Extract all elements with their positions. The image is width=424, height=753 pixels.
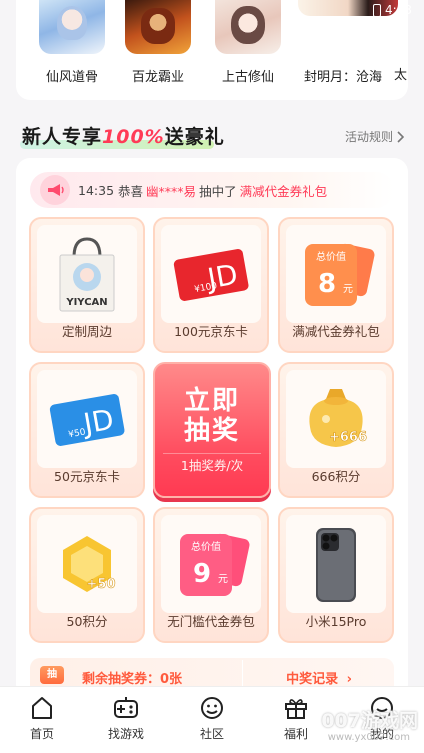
gamepad-icon [114,697,138,718]
prize-points-666[interactable]: +666 666积分 [278,362,394,498]
game-name: 百龙霸业 [131,70,184,85]
phone-icon [286,515,386,613]
coupon-unit: 元 [343,284,353,295]
home-icon [32,697,52,719]
megaphone-icon [40,175,70,205]
nav-label: 社区 [199,727,224,741]
nav-community[interactable]: 社区 [182,695,242,742]
jd-card-blue-icon: JD ¥50 [37,370,137,468]
prize-label: 50积分 [66,614,108,629]
prize-jd-card-100[interactable]: JD ¥100 100元京东卡 [153,217,269,353]
draw-button[interactable]: 立即 抽奖 1抽奖券/次 [153,362,271,498]
game-name: 上古修仙 [221,70,274,85]
gold-bag-icon: +666 [286,370,386,468]
game-name: 仙风道骨 [45,70,98,85]
watermark: 007游戏网 [321,710,418,732]
prize-label: 50元京东卡 [54,469,120,484]
promo-title-highlight: 100% [102,126,165,148]
rules-label: 活动规则 [344,130,393,144]
community-icon [201,697,223,719]
prize-phone[interactable]: 小米15Pro [278,507,394,643]
points-badge: +50 [87,577,116,592]
game-item[interactable]: 上古修仙 [208,0,288,85]
ticker-prize: 满减代金券礼包 [239,183,328,199]
ticker-text-2: 抽中了 [199,183,237,199]
nav-label: 福利 [283,727,308,741]
watermark-url: www.yx007.com [327,732,410,743]
game-item[interactable]: 百龙霸业 [118,0,198,85]
promo-title-suffix: 送豪礼 [164,126,225,148]
coupon-unit: 元 [218,574,228,585]
prize-label: 小米15Pro [305,614,367,629]
records-label: 中奖记录 [286,672,339,687]
coupon-value: 8 [318,269,336,299]
prize-label: 666积分 [311,469,361,484]
chevron-right-icon: › [346,672,352,687]
promo-title: 新人专享100%送豪礼 [22,122,225,149]
game-item[interactable]: 太 [394,64,424,83]
game-thumbnail [125,0,191,54]
divider [163,453,261,454]
winner-ticker: 14:35 恭喜 幽****易 抽中了 满减代金券礼包 [30,172,394,208]
prize-label: 无门槛代金券包 [167,614,255,629]
draw-cost: 1抽奖券/次 [180,458,244,473]
ticker-user: 幽****易 [146,183,197,199]
remaining-tickets: 剩余抽奖券：0张 [82,672,183,687]
nav-label: 首页 [29,727,54,741]
prize-jd-card-50[interactable]: JD ¥50 50元京东卡 [29,362,145,498]
gift-icon [285,699,307,719]
prize-label: 满减代金券礼包 [292,324,380,339]
jd-card-red-icon: JD ¥100 [161,225,261,323]
ticker-text-1: 恭喜 [118,183,144,199]
game-thumbnail [215,0,281,54]
prize-coupon-8[interactable]: 总价值 8 元 满减代金券礼包 [278,217,394,353]
game-name: 封明月：沧海 [304,70,383,85]
prize-label: 100元京东卡 [174,324,248,339]
promo-title-prefix: 新人专享 [22,126,103,148]
nav-home[interactable]: 首页 [12,695,72,742]
coupon-value-label: 总价值 [191,540,221,553]
draw-button-line2: 抽奖 [183,416,240,446]
ticket-icon: 抽 [40,666,64,684]
chevron-right-icon [397,130,404,143]
draw-button-line1: 立即 [183,386,240,416]
game-thumbnail [39,0,105,54]
tote-text: YIYCAN [65,297,107,308]
game-name: 太 [394,68,408,83]
coupon-value: 9 [193,559,211,589]
coupon-pink-icon: 总价值 9 元 [161,515,261,613]
games-strip: 仙风道骨 百龙霸业 上古修仙 封明月：沧海 [16,0,408,100]
battery-icon [373,3,382,17]
prize-points-50[interactable]: +50 50积分 [29,507,145,643]
gold-gem-icon: +50 [37,515,137,613]
status-time: 4:43 [385,3,412,17]
tote-bag-icon: YIYCAN [37,225,137,323]
winning-records-link[interactable]: 中奖记录 › [286,668,352,687]
nav-label: 找游戏 [107,727,144,741]
prize-tote-bag[interactable]: YIYCAN 定制周边 [29,217,145,353]
prize-coupon-9[interactable]: 总价值 9 元 无门槛代金券包 [153,507,269,643]
rules-link[interactable]: 活动规则 [345,128,404,145]
nav-find-games[interactable]: 找游戏 [96,695,156,742]
coupon-orange-icon: 总价值 8 元 [286,225,386,323]
status-bar: 4:43 [373,2,412,18]
ticker-time: 14:35 [78,182,115,198]
prize-label: 定制周边 [61,324,112,339]
game-item[interactable]: 仙风道骨 [32,0,112,85]
coupon-value-label: 总价值 [316,250,346,263]
nav-welfare[interactable]: 福利 [266,695,326,742]
points-badge: +666 [329,430,367,445]
